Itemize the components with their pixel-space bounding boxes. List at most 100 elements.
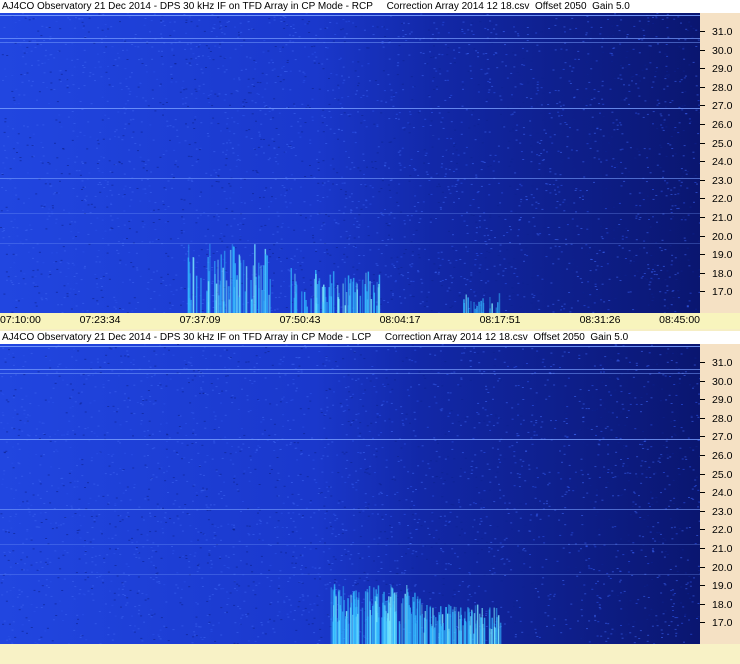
noise-speck <box>299 214 302 216</box>
noise-speck <box>335 247 338 248</box>
xtick-label: 08:45:00 <box>659 314 700 326</box>
noise-speck <box>227 556 230 558</box>
noise-speck <box>678 122 681 124</box>
noise-speck <box>589 31 591 33</box>
noise-speck <box>650 424 653 426</box>
noise-speck <box>91 547 94 549</box>
noise-speck <box>565 49 568 51</box>
noise-speck <box>153 639 156 640</box>
noise-speck <box>653 473 656 475</box>
noise-speck <box>353 273 356 275</box>
noise-speck <box>671 148 674 149</box>
noise-speck <box>165 98 168 100</box>
noise-speck <box>448 97 451 98</box>
noise-speck <box>13 428 16 430</box>
noise-speck <box>692 449 695 451</box>
noise-speck <box>239 560 242 562</box>
noise-speck <box>666 85 669 87</box>
noise-speck <box>427 29 430 31</box>
noise-speck <box>300 581 303 583</box>
noise-speck <box>489 429 492 431</box>
noise-speck <box>317 130 320 132</box>
noise-speck <box>559 588 562 590</box>
noise-speck <box>464 417 467 419</box>
noise-speck <box>469 65 472 67</box>
noise-speck <box>10 220 13 222</box>
noise-speck <box>593 507 596 509</box>
noise-speck <box>506 295 509 297</box>
lcp-spectrogram[interactable] <box>0 344 700 644</box>
noise-speck <box>400 267 403 268</box>
noise-speck <box>520 198 523 200</box>
noise-speck <box>393 95 396 97</box>
noise-speck <box>429 353 432 355</box>
noise-speck <box>38 91 41 93</box>
noise-speck <box>563 210 566 212</box>
noise-speck <box>415 229 418 231</box>
noise-speck <box>454 129 457 131</box>
noise-speck <box>689 292 692 294</box>
noise-speck <box>571 17 574 19</box>
noise-speck <box>107 244 110 246</box>
noise-speck <box>272 117 275 119</box>
noise-speck <box>517 545 519 547</box>
noise-speck <box>412 430 415 432</box>
noise-speck <box>348 115 351 117</box>
noise-speck <box>374 161 377 162</box>
noise-speck <box>87 233 90 235</box>
noise-speck <box>680 79 683 81</box>
noise-speck <box>588 146 590 148</box>
noise-speck <box>470 272 473 274</box>
rcp-ytick-mark <box>700 235 705 237</box>
noise-speck <box>694 182 697 183</box>
noise-speck <box>41 299 44 301</box>
noise-speck <box>593 97 596 99</box>
noise-speck <box>12 148 15 150</box>
noise-speck <box>432 56 435 58</box>
noise-speck <box>277 134 280 136</box>
noise-speck <box>536 44 539 46</box>
noise-speck <box>437 202 440 203</box>
noise-speck <box>118 57 121 59</box>
noise-speck <box>213 216 216 218</box>
noise-speck <box>563 26 566 28</box>
noise-speck <box>32 515 35 517</box>
noise-speck <box>538 169 541 171</box>
noise-speck <box>153 308 156 310</box>
noise-speck <box>653 273 656 275</box>
noise-speck <box>106 183 109 185</box>
noise-speck <box>230 356 232 358</box>
noise-speck <box>683 502 686 504</box>
noise-speck <box>59 81 62 83</box>
noise-speck <box>643 273 646 274</box>
noise-speck <box>594 279 596 281</box>
noise-speck <box>276 211 279 213</box>
noise-speck <box>510 229 512 231</box>
noise-speck <box>407 277 409 279</box>
noise-speck <box>372 110 375 112</box>
noise-speck <box>330 72 333 74</box>
noise-speck <box>210 122 213 124</box>
noise-speck <box>48 163 51 165</box>
noise-speck <box>185 423 187 425</box>
noise-speck <box>427 95 430 97</box>
noise-speck <box>332 40 335 42</box>
noise-speck <box>510 522 513 524</box>
noise-speck <box>66 85 69 87</box>
noise-speck <box>294 447 297 449</box>
noise-speck <box>693 201 695 203</box>
noise-speck <box>245 102 248 103</box>
noise-speck <box>388 593 390 595</box>
noise-speck <box>251 84 254 85</box>
noise-speck <box>391 263 394 265</box>
noise-speck <box>97 61 100 63</box>
noise-speck <box>445 501 448 503</box>
noise-speck <box>421 301 424 303</box>
noise-speck <box>107 503 110 505</box>
rcp-spectrogram[interactable] <box>0 13 700 313</box>
noise-speck <box>14 22 17 24</box>
noise-speck <box>500 606 503 608</box>
noise-speck <box>533 431 536 433</box>
noise-speck <box>455 259 458 261</box>
burst-streak <box>480 300 482 313</box>
